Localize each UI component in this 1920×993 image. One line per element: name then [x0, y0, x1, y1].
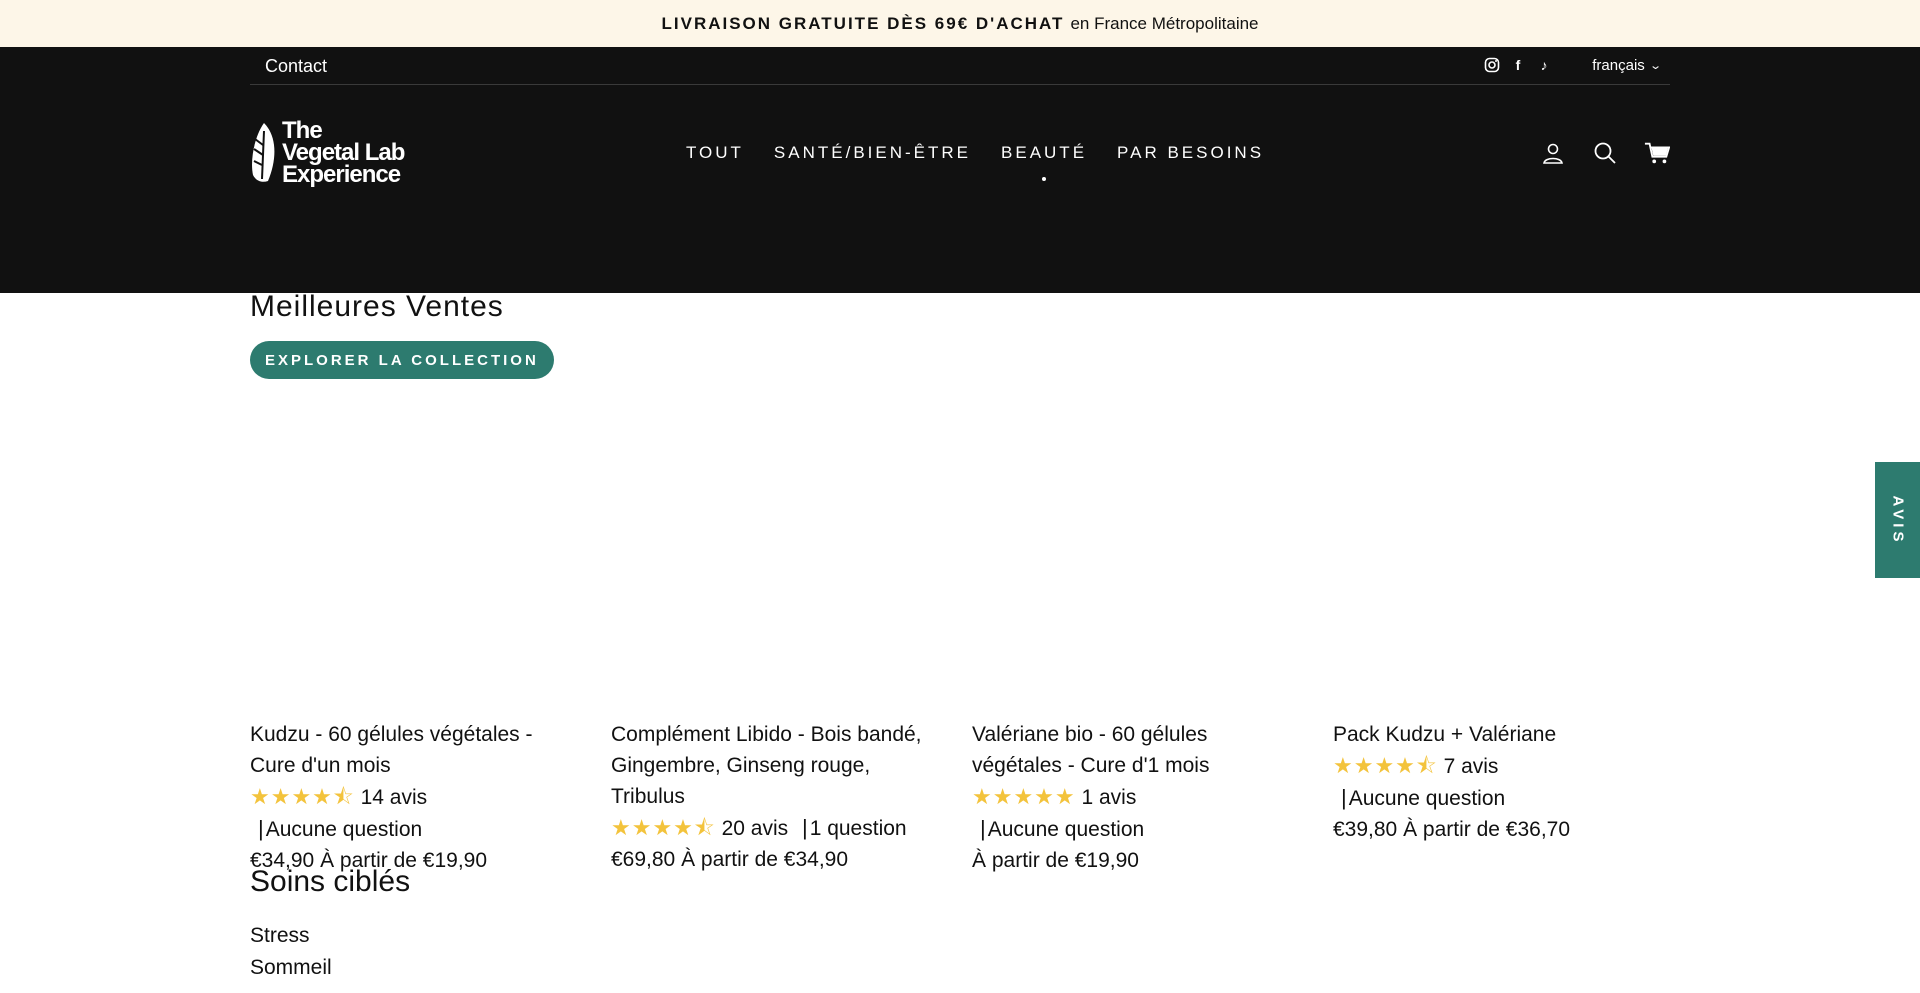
reviews-side-tab[interactable]: AVIS — [1875, 462, 1920, 578]
search-icon[interactable] — [1592, 140, 1618, 166]
announcement-bar: LIVRAISON GRATUITE DÈS 69€ D'ACHAT en Fr… — [0, 0, 1920, 47]
review-count[interactable]: 1 avis — [1081, 786, 1136, 809]
product-price: €69,80 — [611, 848, 676, 871]
section-title: Meilleures Ventes — [250, 290, 504, 323]
language-label: français — [1592, 57, 1645, 74]
star-rating: ★★★★⯪ — [250, 784, 355, 809]
question-count[interactable]: Aucune question — [1349, 787, 1505, 810]
contact-link[interactable]: Contact — [265, 56, 327, 77]
account-icon[interactable] — [1540, 140, 1566, 166]
nav-item-besoins[interactable]: PAR BESOINS — [1117, 143, 1264, 163]
product-name[interactable]: Complément Libido - Bois bandé, Gingembr… — [611, 719, 942, 812]
product-price: €39,80 — [1333, 818, 1398, 841]
product-price-from: À partir de €19,90 — [972, 849, 1139, 872]
star-rating: ★★★★⯪ — [611, 815, 716, 840]
question-count[interactable]: Aucune question — [266, 818, 422, 841]
question-count[interactable]: 1 question — [810, 817, 907, 840]
social-links: f ♪ — [1484, 56, 1552, 74]
question-count[interactable]: Aucune question — [988, 818, 1144, 841]
tiktok-icon[interactable]: ♪ — [1536, 56, 1552, 74]
product-card[interactable]: Pack Kudzu + Valériane ★★★★⯪ 7 avis |Auc… — [1333, 719, 1664, 876]
separator: | — [1341, 785, 1347, 810]
product-card[interactable]: Complément Libido - Bois bandé, Gingembr… — [611, 719, 942, 876]
care-item-stress[interactable]: Stress — [250, 920, 332, 952]
review-count[interactable]: 7 avis — [1444, 755, 1499, 778]
header-icons — [1540, 140, 1670, 166]
care-item-sommeil[interactable]: Sommeil — [250, 952, 332, 984]
review-count[interactable]: 14 avis — [361, 786, 428, 809]
targeted-care-list: Stress Sommeil — [250, 920, 332, 984]
nav-item-sante[interactable]: SANTÉ/BIEN-ÊTRE — [774, 143, 971, 163]
announcement-text: en France Métropolitaine — [1070, 13, 1259, 33]
site-header: Contact f ♪ français ⌄ The Vegetal Lab E… — [0, 47, 1920, 293]
logo-line: Experience — [282, 161, 401, 188]
instagram-icon[interactable] — [1484, 56, 1500, 74]
cart-icon[interactable] — [1644, 140, 1670, 166]
product-name[interactable]: Valériane bio - 60 gélules végétales - C… — [972, 719, 1303, 781]
product-grid: Kudzu - 60 gélules végétales - Cure d'un… — [250, 719, 1664, 876]
product-name[interactable]: Kudzu - 60 gélules végétales - Cure d'un… — [250, 719, 581, 781]
product-price-from: À partir de €36,70 — [1403, 818, 1571, 841]
targeted-care-title: Soins ciblés — [250, 865, 411, 898]
reviews-tab-label: AVIS — [1889, 495, 1906, 545]
utility-bar: Contact f ♪ français ⌄ — [250, 47, 1670, 85]
product-name[interactable]: Pack Kudzu + Valériane — [1333, 719, 1664, 750]
product-price-from: À partir de €34,90 — [681, 848, 849, 871]
nav-item-beaute[interactable]: BEAUTÉ — [1001, 143, 1087, 163]
facebook-icon[interactable]: f — [1510, 56, 1526, 74]
product-card[interactable]: Valériane bio - 60 gélules végétales - C… — [972, 719, 1303, 876]
separator: | — [980, 816, 986, 841]
explore-collection-button[interactable]: EXPLORER LA COLLECTION — [250, 341, 554, 379]
separator: | — [801, 815, 808, 840]
nav-item-tout[interactable]: TOUT — [686, 143, 744, 163]
announcement-bold: LIVRAISON GRATUITE DÈS 69€ D'ACHAT — [661, 13, 1065, 33]
star-rating: ★★★★★ — [972, 784, 1076, 809]
language-selector[interactable]: français ⌄ — [1592, 57, 1662, 74]
star-rating: ★★★★⯪ — [1333, 753, 1438, 778]
chevron-down-icon: ⌄ — [1648, 60, 1662, 72]
product-card[interactable]: Kudzu - 60 gélules végétales - Cure d'un… — [250, 719, 581, 876]
separator: | — [258, 816, 264, 841]
review-count[interactable]: 20 avis — [722, 817, 789, 840]
